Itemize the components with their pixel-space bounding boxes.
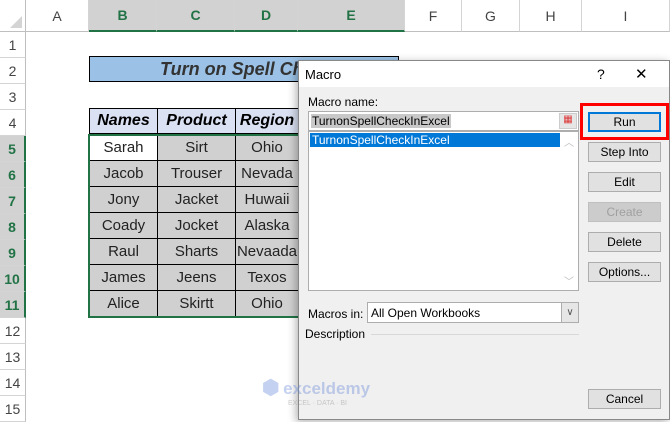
chevron-down-icon[interactable]: ∨ [561, 303, 578, 322]
macro-list-item[interactable]: TurnonSpellCheckInExcel [310, 133, 560, 147]
ref-edit-icon[interactable]: ▦ [559, 113, 577, 129]
row-header[interactable]: 2 [0, 58, 26, 84]
table-cell[interactable]: Coady [89, 212, 158, 239]
macros-in-label: Macros in: [308, 307, 364, 321]
table-cell[interactable]: Jacket [157, 186, 236, 213]
cancel-button[interactable]: Cancel [588, 389, 661, 409]
column-header-i[interactable]: I [582, 0, 670, 32]
scroll-down-icon[interactable]: ﹀ [564, 273, 574, 288]
run-button[interactable]: Run [588, 112, 661, 132]
column-header-d[interactable]: D [235, 0, 298, 32]
table-cell[interactable]: Skirtt [157, 290, 236, 317]
table-cell[interactable]: Jocket [157, 212, 236, 239]
table-cell[interactable]: Texos [235, 264, 299, 291]
delete-button[interactable]: Delete [588, 232, 661, 252]
options-button[interactable]: Options... [588, 262, 661, 282]
table-header-cell[interactable]: Region [235, 108, 299, 134]
column-header-a[interactable]: A [26, 0, 89, 32]
macro-dialog: Macro ? ✕ Macro name: TurnonSpellCheckIn… [298, 60, 670, 420]
macro-name-label: Macro name: [308, 95, 379, 109]
step-into-button[interactable]: Step Into [588, 142, 661, 162]
row-header[interactable]: 11 [0, 292, 26, 318]
table-cell[interactable]: Ohio [235, 134, 299, 161]
row-header[interactable]: 15 [0, 396, 26, 422]
description-label: Description [305, 327, 366, 341]
column-header-g[interactable]: G [462, 0, 520, 32]
column-header-e[interactable]: E [298, 0, 405, 32]
row-header[interactable]: 14 [0, 370, 26, 396]
macros-in-value: All Open Workbooks [371, 306, 481, 320]
row-header[interactable]: 13 [0, 344, 26, 370]
create-button[interactable]: Create [588, 202, 661, 222]
macro-name-input[interactable]: TurnonSpellCheckInExcel ▦ [308, 111, 579, 131]
macro-list[interactable]: TurnonSpellCheckInExcel ︿ ﹀ [308, 131, 579, 291]
table-header-cell[interactable]: Product [157, 108, 236, 134]
macros-in-select[interactable]: All Open Workbooks ∨ [367, 302, 579, 323]
description-divider [371, 334, 579, 335]
close-icon[interactable]: ✕ [635, 65, 648, 83]
row-header[interactable]: 10 [0, 266, 26, 292]
row-header[interactable]: 6 [0, 162, 26, 188]
table-cell[interactable]: Ohio [235, 290, 299, 317]
table-header-cell[interactable]: Names [89, 108, 158, 134]
table-cell[interactable]: Jacob [89, 160, 158, 187]
table-cell[interactable]: Alice [89, 290, 158, 317]
table-cell[interactable]: Raul [89, 238, 158, 265]
row-header[interactable]: 5 [0, 136, 26, 162]
table-cell[interactable]: Jony [89, 186, 158, 213]
row-header[interactable]: 7 [0, 188, 26, 214]
select-all-corner[interactable] [0, 0, 26, 32]
table-cell[interactable]: Nevada [235, 160, 299, 187]
table-cell[interactable]: Nevaada [235, 238, 299, 265]
table-cell[interactable]: Trouser [157, 160, 236, 187]
table-cell[interactable]: Huwaii [235, 186, 299, 213]
row-header[interactable]: 12 [0, 318, 26, 344]
table-cell[interactable]: James [89, 264, 158, 291]
row-header[interactable]: 9 [0, 240, 26, 266]
table-cell[interactable]: Jeens [157, 264, 236, 291]
column-header-f[interactable]: F [405, 0, 462, 32]
row-header[interactable]: 1 [0, 32, 26, 58]
dialog-title: Macro [305, 67, 342, 82]
exceldemy-watermark: ⬢ exceldemy EXCEL · DATA · BI [262, 377, 371, 407]
row-header[interactable]: 8 [0, 214, 26, 240]
macro-name-value: TurnonSpellCheckInExcel [311, 114, 451, 128]
column-header-h[interactable]: H [520, 0, 582, 32]
column-header-c[interactable]: C [157, 0, 235, 32]
table-cell[interactable]: Alaska [235, 212, 299, 239]
edit-button[interactable]: Edit [588, 172, 661, 192]
row-header[interactable]: 4 [0, 110, 26, 136]
help-button[interactable]: ? [597, 66, 605, 82]
table-cell[interactable]: Sarah [89, 134, 158, 161]
table-cell[interactable]: Sharts [157, 238, 236, 265]
row-header[interactable]: 3 [0, 84, 26, 110]
column-header-b[interactable]: B [89, 0, 157, 32]
dialog-titlebar: Macro ? ✕ [299, 61, 669, 87]
scroll-up-icon[interactable]: ︿ [564, 134, 574, 149]
table-cell[interactable]: Sirt [157, 134, 236, 161]
